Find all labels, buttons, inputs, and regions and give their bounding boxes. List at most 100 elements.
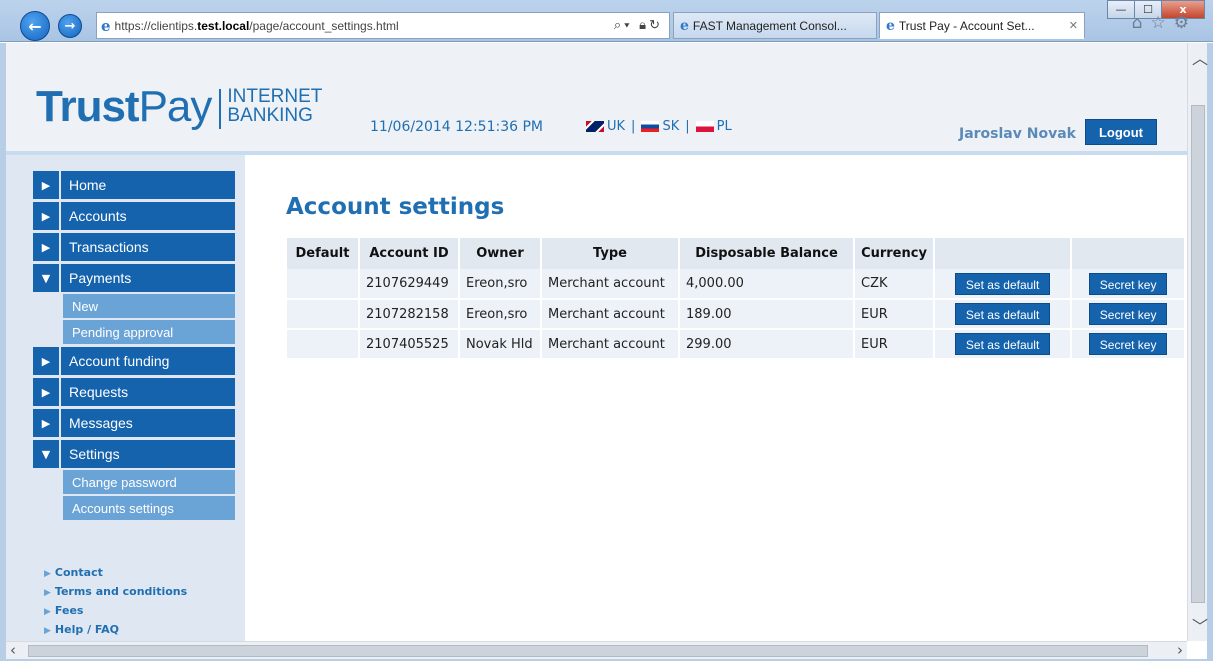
- site-header: TrustPay INTERNET BANKING 11/06/2014 12:…: [6, 43, 1187, 151]
- chevron-left-icon[interactable]: ‹: [10, 641, 16, 659]
- balance-cell: 4,000.00: [679, 269, 855, 300]
- logo-subtitle: INTERNET BANKING: [227, 87, 322, 125]
- user-name: Jaroslav Novak: [959, 126, 1076, 142]
- default-cell: [287, 269, 360, 300]
- sidebar-item-label: Home: [61, 171, 235, 199]
- tab-trust-pay[interactable]: e Trust Pay - Account Set... ✕: [879, 12, 1085, 39]
- logo-divider: [219, 89, 222, 129]
- address-tools: ⌕▾ 🔒︎↻: [613, 17, 663, 32]
- column-header: [934, 238, 1073, 269]
- lang-sk[interactable]: SK: [641, 119, 679, 134]
- ie-tab-icon: e: [886, 17, 895, 34]
- vertical-scrollbar[interactable]: ︿ ﹀: [1187, 43, 1208, 641]
- lang-pl[interactable]: PL: [695, 119, 732, 134]
- set-as-default-button[interactable]: Set as default: [954, 333, 1051, 355]
- address-bar[interactable]: e https://clientips. test.local/page/acco…: [96, 12, 670, 39]
- separator: |: [685, 119, 690, 134]
- secret-key-button[interactable]: Secret key: [1088, 272, 1168, 295]
- page-viewport: TrustPay INTERNET BANKING 11/06/2014 12:…: [6, 43, 1187, 641]
- close-tab-icon[interactable]: ✕: [1069, 19, 1078, 32]
- sidebar-item-label: Settings: [61, 440, 235, 468]
- gear-icon[interactable]: ⚙: [1174, 13, 1197, 33]
- star-icon[interactable]: ☆: [1151, 13, 1174, 33]
- sidebar-item-label: Messages: [61, 409, 235, 437]
- accounts-table: Default Account ID Owner Type Disposable…: [287, 238, 1186, 360]
- sidebar-subitem-new[interactable]: New: [63, 292, 235, 318]
- currency-cell: CZK: [854, 269, 935, 300]
- account-id-cell: 2107405525: [359, 329, 460, 360]
- horizontal-scrollbar[interactable]: ‹ ›: [6, 641, 1187, 659]
- logo-trust: Trust: [36, 82, 140, 131]
- account-id-cell: 2107282158: [359, 299, 460, 330]
- sidebar-item-transactions[interactable]: ▶ Transactions: [33, 233, 235, 261]
- main-menu: ▶ Home ▶ Accounts ▶ Transactions ▼ Payme…: [33, 171, 235, 523]
- triangle-right-icon: ▶: [44, 569, 51, 579]
- sidebar-subitem-accounts-settings[interactable]: Accounts settings: [63, 494, 235, 520]
- logout-button[interactable]: Logout: [1085, 119, 1157, 145]
- account-id-cell: 2107629449: [359, 269, 460, 300]
- page-title: Account settings: [286, 194, 505, 220]
- set-default-cell: Set as default: [934, 299, 1073, 330]
- search-icon[interactable]: ⌕: [614, 17, 624, 32]
- sidebar-item-messages[interactable]: ▶ Messages: [33, 409, 235, 437]
- sidebar-item-home[interactable]: ▶ Home: [33, 171, 235, 199]
- column-header: [1071, 238, 1186, 269]
- table-row: 2107282158 Ereon,sro Merchant account 18…: [287, 299, 1186, 330]
- triangle-right-icon: ▶: [33, 378, 61, 406]
- table-header-row: Default Account ID Owner Type Disposable…: [287, 238, 1186, 269]
- triangle-right-icon: ▶: [33, 347, 61, 375]
- sidebar-item-label: Transactions: [61, 233, 235, 261]
- owner-cell: Ereon,sro: [459, 269, 542, 300]
- ie-tab-icon: e: [680, 17, 689, 34]
- scrollbar-thumb[interactable]: [1191, 105, 1205, 603]
- logo-sub-line2: BANKING: [227, 105, 313, 126]
- sidebar-item-payments[interactable]: ▼ Payments: [33, 264, 235, 292]
- footer-link-fees[interactable]: ▶ Fees: [44, 602, 187, 621]
- set-as-default-button[interactable]: Set as default: [954, 303, 1051, 325]
- footer-link-help[interactable]: ▶ Help / FAQ: [44, 621, 187, 640]
- refresh-icon[interactable]: ↻: [649, 17, 663, 32]
- sidebar-item-account-funding[interactable]: ▶ Account funding: [33, 347, 235, 375]
- sidebar-item-settings[interactable]: ▼ Settings: [33, 440, 235, 468]
- footer-link-terms[interactable]: ▶ Terms and conditions: [44, 583, 187, 602]
- balance-cell: 299.00: [679, 329, 855, 360]
- sidebar-subitem-change-password[interactable]: Change password: [63, 468, 235, 494]
- table-row: 2107629449 Ereon,sro Merchant account 4,…: [287, 269, 1186, 300]
- footer-link-label: Terms and conditions: [54, 585, 188, 598]
- tab-title: FAST Management Consol...: [692, 18, 847, 33]
- lang-code: SK: [662, 119, 680, 134]
- footer-link-label: Fees: [54, 604, 84, 617]
- current-datetime: 11/06/2014 12:51:36 PM: [370, 119, 543, 135]
- sidebar-subitem-pending-approval[interactable]: Pending approval: [63, 318, 235, 344]
- forward-button[interactable]: →: [58, 14, 82, 38]
- lang-uk[interactable]: UK: [586, 119, 625, 134]
- home-icon[interactable]: ⌂: [1132, 13, 1151, 33]
- sidebar-item-label: Payments: [61, 264, 235, 292]
- chevron-right-icon[interactable]: ›: [1177, 641, 1183, 659]
- scrollbar-thumb[interactable]: [28, 645, 1148, 657]
- secret-key-button[interactable]: Secret key: [1088, 303, 1168, 325]
- currency-cell: EUR: [854, 299, 935, 330]
- lang-code: UK: [607, 119, 626, 134]
- set-as-default-button[interactable]: Set as default: [954, 272, 1051, 295]
- tab-fast-management[interactable]: e FAST Management Consol...: [673, 12, 877, 39]
- set-default-cell: Set as default: [934, 269, 1073, 300]
- sidebar-item-requests[interactable]: ▶ Requests: [33, 378, 235, 406]
- secret-key-button[interactable]: Secret key: [1088, 333, 1168, 355]
- triangle-right-icon: ▶: [33, 233, 61, 261]
- trustpay-logo[interactable]: TrustPay INTERNET BANKING: [36, 85, 322, 129]
- chevron-down-icon[interactable]: ﹀: [1192, 613, 1208, 637]
- sidebar-item-accounts[interactable]: ▶ Accounts: [33, 202, 235, 230]
- footer-link-label: Contact: [54, 566, 103, 579]
- chevron-up-icon[interactable]: ︿: [1192, 45, 1208, 69]
- footer-link-contact[interactable]: ▶ Contact: [44, 564, 187, 583]
- footer-links: ▶ Contact ▶ Terms and conditions ▶ Fees ▶ He…: [44, 564, 187, 640]
- sidebar-item-label: Account funding: [61, 347, 235, 375]
- arrow-left-icon: ←: [28, 16, 42, 36]
- uk-flag-icon: [586, 121, 604, 132]
- browser-titlebar: — ☐ x ← → e https://clientips. test.local…: [0, 0, 1213, 42]
- payments-submenu: New Pending approval: [63, 292, 235, 344]
- back-button[interactable]: ←: [20, 11, 50, 41]
- sidebar-item-label: Requests: [61, 378, 235, 406]
- lock-icon[interactable]: 🔒︎: [639, 17, 649, 32]
